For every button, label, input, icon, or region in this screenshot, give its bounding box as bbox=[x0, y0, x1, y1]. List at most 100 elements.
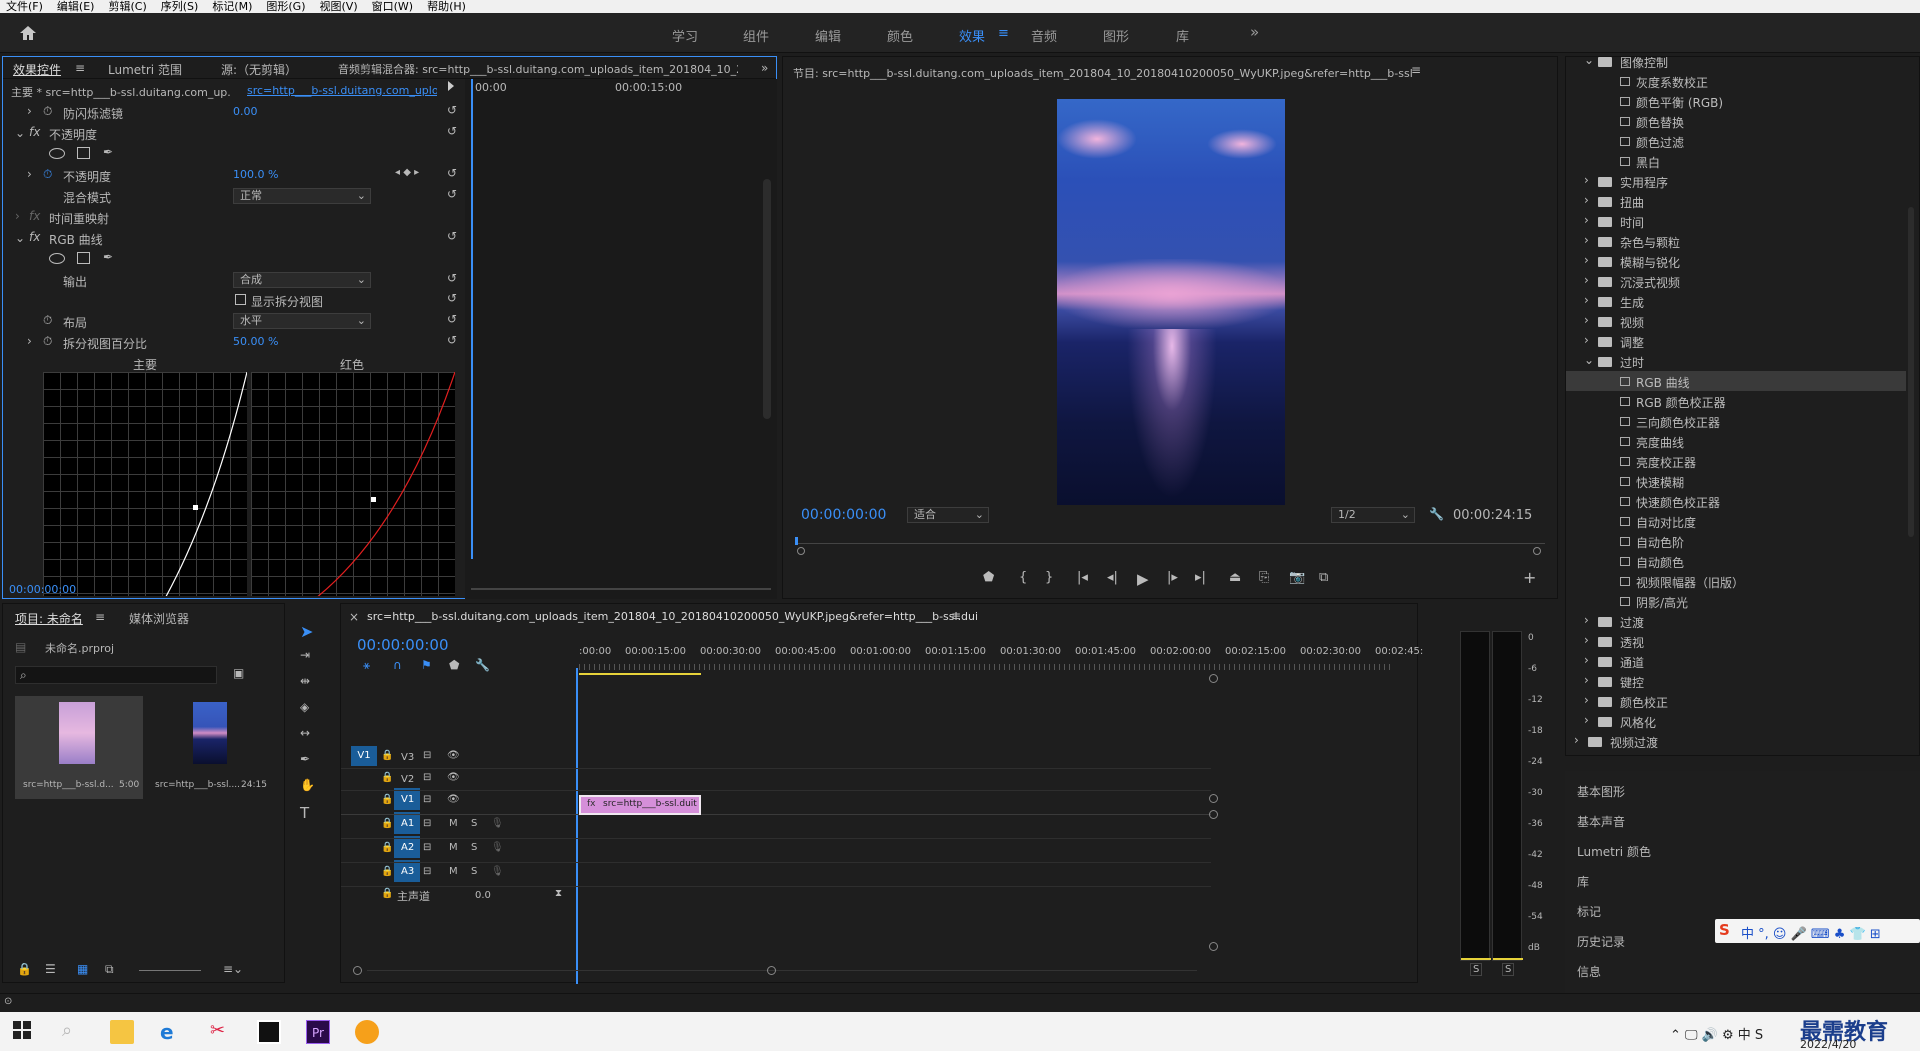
panel-history[interactable]: 历史记录 bbox=[1577, 933, 1625, 950]
timeline-timecode[interactable]: 00:00:00:00 bbox=[357, 636, 449, 654]
slip-tool-icon[interactable]: ↔ bbox=[300, 726, 310, 740]
tab-audio-clip-mixer[interactable]: 音频剪辑混合器: src=http___b-ssl.duitang.com_up… bbox=[338, 61, 738, 77]
lock-icon[interactable]: 🔒 bbox=[381, 866, 393, 877]
sequence-clip-label[interactable]: src=http___b-ssl.duitang.com_uploa... bbox=[247, 84, 437, 97]
effects-tree-item[interactable]: 灰度系数校正 bbox=[1566, 71, 1906, 91]
chevron-right-icon[interactable]: › bbox=[1584, 673, 1589, 687]
program-playhead[interactable] bbox=[795, 537, 798, 545]
solo-icon[interactable]: S bbox=[471, 842, 477, 853]
menu-marker[interactable]: 标记(M) bbox=[212, 0, 252, 13]
thumbnail-zoom-slider[interactable] bbox=[139, 970, 201, 971]
add-marker-icon[interactable]: ⬟ bbox=[449, 658, 459, 672]
wrench-icon[interactable]: 🔧 bbox=[1429, 507, 1444, 521]
effects-tree-item[interactable]: 快速颜色校正器 bbox=[1566, 491, 1906, 511]
timeline-hscroll[interactable] bbox=[353, 966, 1213, 976]
home-icon[interactable] bbox=[19, 25, 37, 41]
panel-essential-sound[interactable]: 基本声音 bbox=[1577, 813, 1625, 830]
opacity-value[interactable]: 100.0 % bbox=[233, 168, 278, 181]
tab-menu-icon[interactable]: ≡ bbox=[951, 609, 961, 623]
curve-control-point[interactable] bbox=[193, 505, 198, 510]
sync-lock-icon[interactable]: ⊟ bbox=[423, 750, 431, 761]
ec-playhead[interactable] bbox=[471, 79, 473, 559]
icon-view-icon[interactable]: ▦ bbox=[77, 962, 88, 976]
eye-icon[interactable]: 👁 bbox=[447, 750, 460, 761]
list-view-icon[interactable]: ☰ bbox=[45, 962, 56, 976]
track-a3-label[interactable]: A3 bbox=[401, 866, 414, 877]
stopwatch-icon[interactable]: ⏱ bbox=[43, 313, 52, 328]
program-timecode[interactable]: 00:00:00:00 bbox=[801, 507, 886, 523]
track-a2-label[interactable]: A2 bbox=[401, 842, 414, 853]
lock-icon[interactable]: 🔒 bbox=[381, 842, 393, 853]
expand-icon[interactable]: ⌄ bbox=[15, 126, 25, 140]
chevron-right-icon[interactable]: › bbox=[1584, 253, 1589, 267]
pen-mask-icon[interactable]: ✒ bbox=[103, 145, 113, 159]
red-curve-graph[interactable] bbox=[251, 371, 456, 596]
tab-menu-icon[interactable]: ≡ bbox=[75, 61, 85, 75]
app-icon[interactable] bbox=[355, 1020, 379, 1044]
sync-lock-icon[interactable]: ⊟ bbox=[423, 842, 431, 853]
timeline-clip[interactable]: fx src=http___b-ssl.duit bbox=[579, 795, 701, 815]
rectangle-mask-icon[interactable] bbox=[77, 147, 90, 159]
effects-tree-item[interactable]: › 沉浸式视频 bbox=[1566, 271, 1906, 291]
effects-tree-item[interactable]: › 时间 bbox=[1566, 211, 1906, 231]
split-percent-value[interactable]: 50.00 % bbox=[233, 335, 278, 348]
hand-tool-icon[interactable]: ✋ bbox=[300, 778, 315, 792]
effects-tree-item[interactable]: 亮度曲线 bbox=[1566, 431, 1906, 451]
rectangle-mask-icon[interactable] bbox=[77, 252, 90, 264]
lock-icon[interactable]: 🔒 bbox=[381, 750, 393, 761]
lock-icon[interactable]: 🔒 bbox=[17, 962, 32, 976]
lock-icon[interactable]: 🔒 bbox=[381, 772, 393, 783]
effects-tree-item[interactable]: 颜色过滤 bbox=[1566, 131, 1906, 151]
tab-project[interactable]: 项目: 未命名 bbox=[15, 610, 83, 627]
expand-icon[interactable]: › bbox=[27, 167, 32, 181]
tab-effect-controls[interactable]: 效果控件 bbox=[13, 61, 61, 78]
workspace-graphics[interactable]: 图形 bbox=[1103, 26, 1129, 45]
edge-browser-icon[interactable]: e bbox=[160, 1020, 184, 1044]
menu-sequence[interactable]: 序列(S) bbox=[161, 0, 199, 13]
go-to-end-icon[interactable]: ⧗ bbox=[555, 888, 562, 899]
chevron-right-icon[interactable]: › bbox=[1584, 313, 1589, 327]
menu-graphics[interactable]: 图形(G) bbox=[266, 0, 305, 13]
workspace-learn[interactable]: 学习 bbox=[672, 26, 698, 45]
new-search-bin-icon[interactable]: ▣ bbox=[233, 666, 244, 680]
chevron-right-icon[interactable]: › bbox=[1584, 293, 1589, 307]
timeline-settings-icon[interactable]: 🔧 bbox=[475, 658, 490, 672]
search-icon[interactable]: ⌕ bbox=[62, 1020, 86, 1044]
chevron-down-icon[interactable]: ⌄ bbox=[1584, 353, 1594, 367]
stopwatch-icon[interactable]: ⏱ bbox=[43, 167, 52, 182]
pen-tool-icon[interactable]: ✒ bbox=[300, 752, 310, 766]
panel-menu-icon[interactable]: ≡ bbox=[1411, 63, 1421, 77]
panel-libraries[interactable]: 库 bbox=[1577, 873, 1589, 890]
menu-file[interactable]: 文件(F) bbox=[6, 0, 43, 13]
effects-tree-item[interactable]: › 扭曲 bbox=[1566, 191, 1906, 211]
effects-tree-item[interactable]: ⌄ 图像控制 bbox=[1566, 57, 1906, 71]
project-item[interactable]: src=http___b-ssl.... 24:15 bbox=[145, 696, 273, 799]
track-v1-label[interactable]: V1 bbox=[401, 794, 414, 805]
effects-tree-item[interactable]: ⌄ 过时 bbox=[1566, 351, 1906, 371]
razor-tool-icon[interactable]: ◈ bbox=[300, 700, 309, 714]
track-v2-label[interactable]: V2 bbox=[401, 774, 414, 785]
chevron-down-icon[interactable]: ⌄ bbox=[1584, 57, 1594, 67]
reset-icon[interactable]: ↺ bbox=[447, 271, 457, 285]
go-to-in-icon[interactable]: |◂ bbox=[1077, 570, 1088, 585]
lift-icon[interactable]: ⏏ bbox=[1229, 570, 1241, 585]
timeline-vscroll[interactable] bbox=[1209, 674, 1218, 974]
mark-out-icon[interactable]: } bbox=[1045, 570, 1053, 585]
sync-lock-icon[interactable]: ⊟ bbox=[423, 866, 431, 877]
linked-select-icon[interactable]: ⚑ bbox=[421, 658, 432, 672]
stopwatch-icon[interactable]: ⏱ bbox=[43, 334, 52, 349]
workspace-audio[interactable]: 音频 bbox=[1031, 26, 1057, 45]
ellipse-mask-icon[interactable] bbox=[49, 253, 65, 264]
chevron-right-icon[interactable]: › bbox=[1584, 613, 1589, 627]
sync-lock-icon[interactable]: ⊟ bbox=[423, 772, 431, 783]
work-area-bar[interactable] bbox=[579, 673, 701, 675]
sogou-icon[interactable]: S bbox=[1719, 921, 1730, 939]
ec-timecode[interactable]: 00:00:00:00 bbox=[9, 583, 76, 596]
master-volume-value[interactable]: 0.0 bbox=[475, 890, 491, 901]
blend-mode-select[interactable]: 正常 ⌄ bbox=[233, 188, 371, 204]
effects-tree-item[interactable]: 自动颜色 bbox=[1566, 551, 1906, 571]
menu-edit[interactable]: 编辑(E) bbox=[57, 0, 95, 13]
chevron-right-icon[interactable]: › bbox=[1584, 653, 1589, 667]
program-scrubber[interactable] bbox=[795, 537, 1545, 557]
windows-start-icon[interactable] bbox=[12, 1020, 36, 1044]
